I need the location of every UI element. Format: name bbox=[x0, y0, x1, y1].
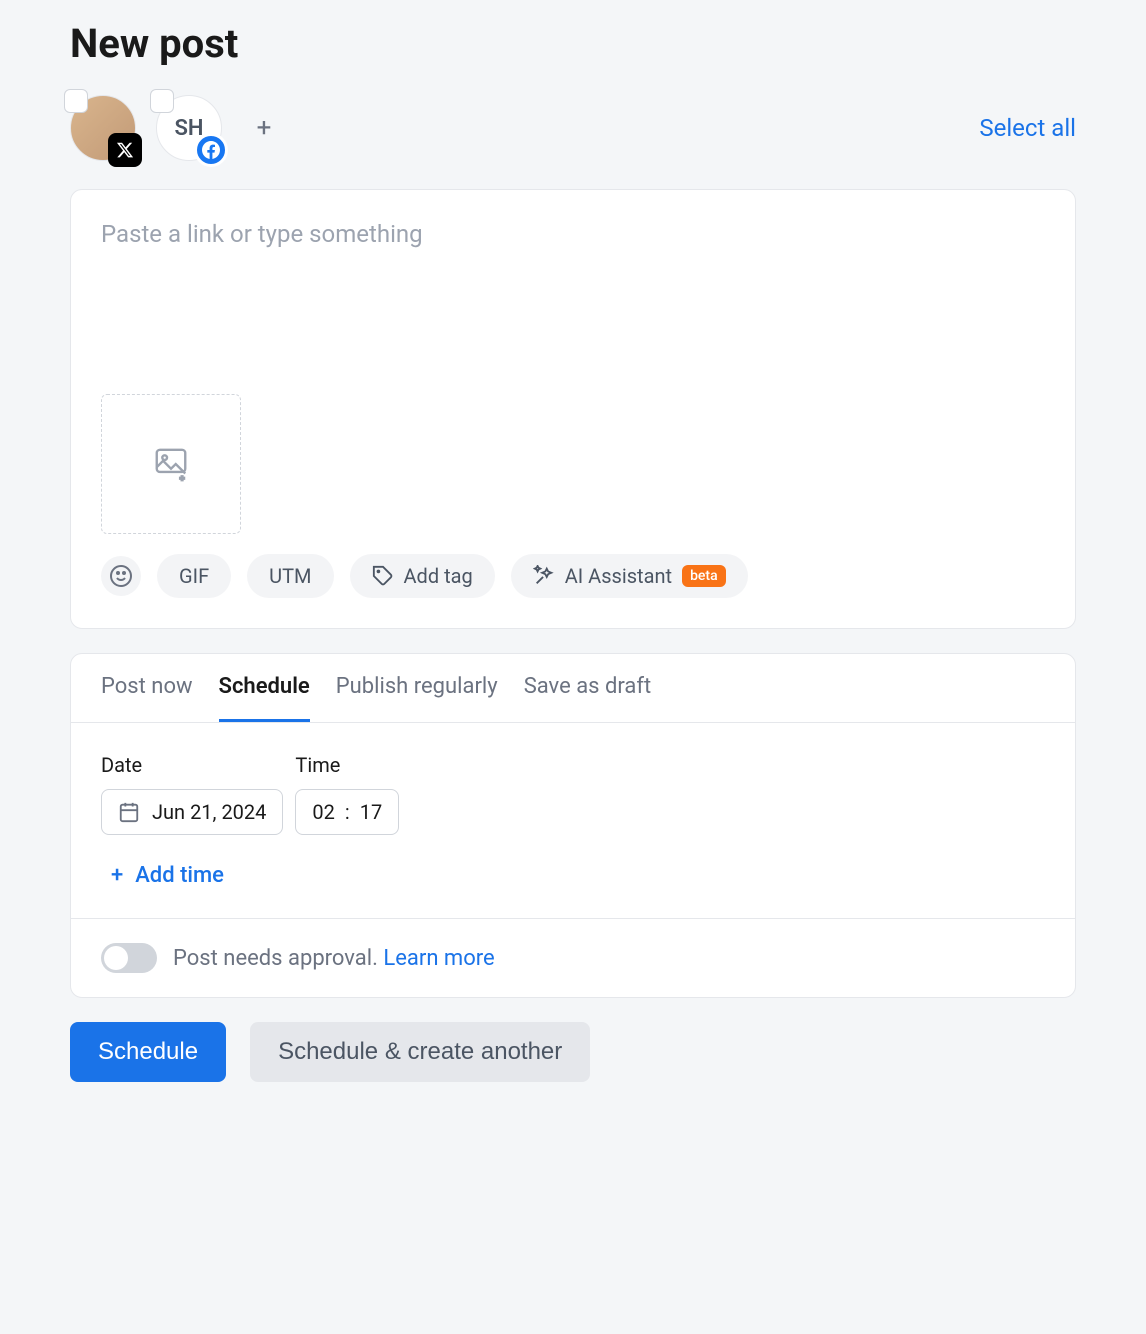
gif-button[interactable]: GIF bbox=[157, 554, 231, 598]
facebook-icon bbox=[194, 133, 228, 167]
beta-badge: beta bbox=[682, 565, 726, 587]
action-buttons: Schedule Schedule & create another bbox=[70, 1022, 1076, 1082]
add-media-dropzone[interactable] bbox=[101, 394, 241, 534]
schedule-button[interactable]: Schedule bbox=[70, 1022, 226, 1082]
composer-card: GIF UTM Add tag AI Assistant beta bbox=[70, 189, 1076, 629]
add-tag-label: Add tag bbox=[404, 564, 473, 588]
calendar-icon bbox=[118, 801, 140, 823]
utm-button[interactable]: UTM bbox=[247, 554, 333, 598]
schedule-create-another-button[interactable]: Schedule & create another bbox=[250, 1022, 590, 1082]
learn-more-link[interactable]: Learn more bbox=[383, 946, 494, 971]
tag-icon bbox=[372, 565, 394, 587]
tab-save-as-draft[interactable]: Save as draft bbox=[524, 654, 652, 722]
date-input[interactable]: Jun 21, 2024 bbox=[101, 789, 283, 835]
account-list: SH + bbox=[70, 95, 278, 161]
schedule-card: Post now Schedule Publish regularly Save… bbox=[70, 653, 1076, 998]
emoji-button[interactable] bbox=[101, 556, 141, 596]
time-label: Time bbox=[295, 753, 399, 777]
time-separator: : bbox=[345, 800, 350, 824]
date-label: Date bbox=[101, 753, 283, 777]
time-input[interactable]: 02 : 17 bbox=[295, 789, 399, 835]
add-time-label: Add time bbox=[135, 863, 224, 888]
image-add-icon bbox=[152, 445, 190, 483]
tab-publish-regularly[interactable]: Publish regularly bbox=[336, 654, 498, 722]
page-title: New post bbox=[70, 20, 1076, 67]
approval-toggle[interactable] bbox=[101, 943, 157, 973]
account-checkbox[interactable] bbox=[64, 89, 88, 113]
ai-assistant-label: AI Assistant bbox=[565, 564, 672, 588]
account-selector-row: SH + Select all bbox=[70, 95, 1076, 161]
plus-icon: + bbox=[111, 863, 123, 888]
account-item-facebook[interactable]: SH bbox=[156, 95, 222, 161]
magic-wand-icon bbox=[533, 565, 555, 587]
composer-toolbar: GIF UTM Add tag AI Assistant beta bbox=[101, 554, 1045, 598]
publish-tabs: Post now Schedule Publish regularly Save… bbox=[71, 654, 1075, 723]
emoji-icon bbox=[109, 564, 133, 588]
time-minute: 17 bbox=[360, 800, 382, 824]
account-checkbox[interactable] bbox=[150, 89, 174, 113]
date-value: Jun 21, 2024 bbox=[152, 800, 266, 824]
add-account-button[interactable]: + bbox=[250, 114, 278, 142]
select-all-link[interactable]: Select all bbox=[979, 114, 1076, 142]
add-time-button[interactable]: + Add time bbox=[101, 863, 1045, 888]
tab-schedule[interactable]: Schedule bbox=[219, 654, 310, 722]
add-tag-button[interactable]: Add tag bbox=[350, 554, 495, 598]
approval-text: Post needs approval. Learn more bbox=[173, 946, 495, 971]
x-icon bbox=[108, 133, 142, 167]
ai-assistant-button[interactable]: AI Assistant beta bbox=[511, 554, 748, 598]
post-content-input[interactable] bbox=[101, 220, 1045, 380]
tab-post-now[interactable]: Post now bbox=[101, 654, 193, 722]
time-hour: 02 bbox=[312, 800, 334, 824]
account-item-x[interactable] bbox=[70, 95, 136, 161]
